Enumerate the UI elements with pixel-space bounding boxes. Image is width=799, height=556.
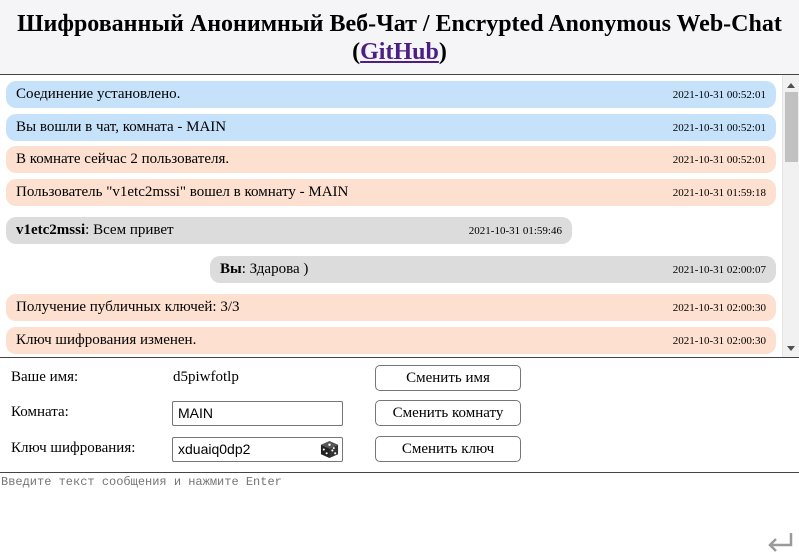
change-room-button[interactable]: Сменить комнату [375,400,521,426]
message-timestamp: 2021-10-31 00:52:01 [672,154,766,166]
message-timestamp: 2021-10-31 01:59:18 [672,187,766,199]
title-open-paren: ( [352,39,361,65]
message-scrollbar[interactable] [782,75,799,357]
message-timestamp: 2021-10-31 02:00:30 [672,335,766,347]
message-input[interactable]: Введите текст сообщения и нажмите Enter [0,473,799,556]
title-close-paren: ) [438,39,447,65]
message-info: Пользователь "v1etc2mssi" вошел в комнат… [6,179,776,206]
scroll-down-arrow-icon[interactable] [787,346,795,351]
app-header: Шифрованный Анонимный Веб-Чат / Encrypte… [0,0,799,75]
name-label: Ваше имя: [11,369,79,385]
message-body: : Здарова ) [241,261,309,277]
settings-panel: Ваше имя: d5piwfotlp Сменить имя Комната… [0,357,799,473]
message-info: В комнате сейчас 2 пользователя. 2021-10… [6,146,776,173]
enter-arrow-icon[interactable] [766,531,794,553]
room-label: Комната: [11,404,69,420]
message-info: Ключ шифрования изменен. 2021-10-31 02:0… [6,327,776,354]
message-list[interactable]: Соединение установлено. 2021-10-31 00:52… [0,75,799,357]
message-text: v1etc2mssi: Всем привет [16,217,174,244]
room-input-value: MAIN [178,405,213,421]
message-text: В комнате сейчас 2 пользователя. [16,151,230,167]
message-outgoing: Вы: Здарова ) 2021-10-31 02:00:07 [210,256,776,283]
github-link[interactable]: GitHub [360,39,439,65]
message-info: Получение публичных ключей: 3/3 2021-10-… [6,294,776,321]
message-system: Соединение установлено. 2021-10-31 00:52… [6,81,776,108]
dice-icon[interactable] [320,440,339,459]
message-author: v1etc2mssi [16,222,86,238]
message-timestamp: 2021-10-31 02:00:07 [672,264,766,276]
key-input-value: xduaiq0dp2 [178,441,251,457]
message-text: Вы вошли в чат, комната - MAIN [16,119,227,135]
message-text: Соединение установлено. [16,86,181,102]
message-timestamp: 2021-10-31 00:52:01 [672,89,766,101]
message-timestamp: 2021-10-31 01:59:46 [468,225,562,237]
message-text: Пользователь "v1etc2mssi" вошел в комнат… [16,184,349,200]
message-incoming: v1etc2mssi: Всем привет 2021-10-31 01:59… [6,217,572,244]
page-title: Шифрованный Анонимный Веб-Чат / Encrypte… [0,10,799,66]
message-text: Ключ шифрования изменен. [16,332,197,348]
message-text: Получение публичных ключей: 3/3 [16,299,240,315]
name-value: d5piwfotlp [173,369,239,385]
change-key-button[interactable]: Сменить ключ [375,436,521,462]
message-timestamp: 2021-10-31 00:52:01 [672,122,766,134]
message-input-placeholder: Введите текст сообщения и нажмите Enter [1,475,282,489]
message-text: Вы: Здарова ) [220,256,308,283]
scroll-up-arrow-icon[interactable] [787,83,795,88]
message-timestamp: 2021-10-31 02:00:30 [672,302,766,314]
scroll-thumb[interactable] [785,92,798,162]
key-label: Ключ шифрования: [11,440,136,456]
title-text: Шифрованный Анонимный Веб-Чат / Encrypte… [17,11,782,37]
message-author: Вы [220,261,242,277]
message-body: : Всем привет [85,222,174,238]
key-input[interactable]: xduaiq0dp2 [172,437,343,462]
room-input[interactable]: MAIN [172,401,343,426]
change-name-button[interactable]: Сменить имя [375,365,521,391]
message-system: Вы вошли в чат, комната - MAIN 2021-10-3… [6,114,776,141]
